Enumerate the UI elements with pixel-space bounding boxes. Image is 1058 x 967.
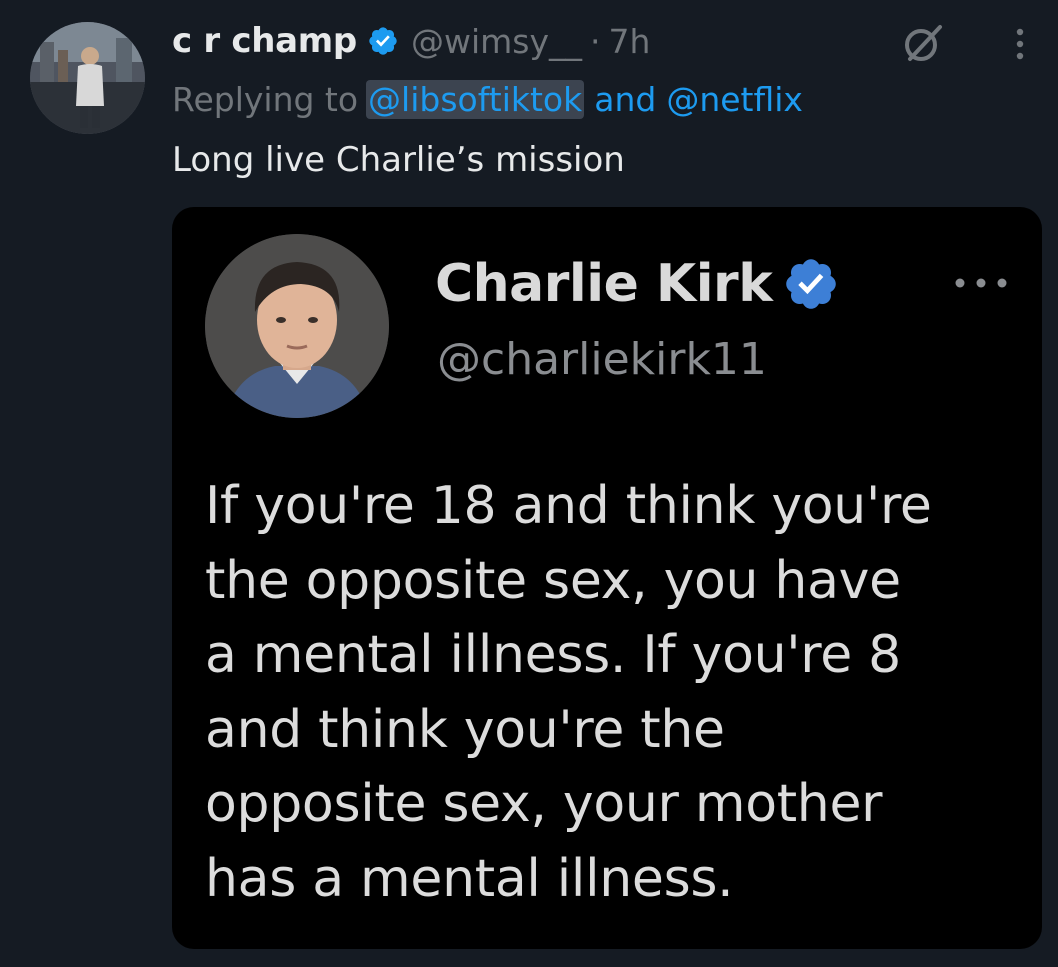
timestamp[interactable]: 7h	[609, 22, 651, 61]
tweet-text: Long live Charlie’s mission	[172, 140, 625, 180]
embed-text-line: If you're 18 and think you're	[205, 476, 932, 536]
tweet-header: c r champ @wimsy__ · 7h	[172, 18, 650, 64]
embed-text-line: and think you're the	[205, 699, 725, 760]
embed-text-line: has a mental illness.	[205, 848, 734, 909]
attached-image[interactable]: Charlie Kirk @charliekirk11 If you're 18…	[172, 207, 1042, 949]
mention-libsoftiktok[interactable]: @libsoftiktok	[366, 79, 585, 119]
user-avatar[interactable]	[30, 22, 145, 134]
embed-author-name: Charlie Kirk	[435, 254, 773, 314]
grok-icon[interactable]	[902, 22, 944, 64]
mention-netflix[interactable]: @netflix	[666, 80, 803, 119]
embed-avatar	[205, 234, 389, 418]
replying-prefix: Replying to	[172, 79, 359, 119]
embed-text-line: a mental illness. If you're 8	[205, 625, 901, 685]
embed-tweet-body: If you're 18 and think you're the opposi…	[205, 469, 1025, 916]
verified-badge-icon	[782, 255, 840, 313]
display-name[interactable]: c r champ	[172, 21, 357, 61]
embed-name-row: Charlie Kirk	[435, 252, 840, 316]
more-horizontal-icon	[950, 273, 1012, 293]
user-handle[interactable]: @wimsy__	[411, 22, 582, 61]
embed-text-line: the opposite sex, you have	[205, 550, 901, 611]
more-vertical-icon[interactable]	[1008, 22, 1032, 66]
replying-to-line: Replying to @libsoftiktok and @netflix	[172, 76, 803, 122]
verified-badge-icon	[367, 25, 399, 57]
embed-author-handle: @charliekirk11	[437, 334, 767, 385]
separator-dot: ·	[590, 21, 601, 61]
replying-and: and	[594, 79, 657, 119]
embed-text-line: opposite sex, your mother	[205, 774, 883, 834]
